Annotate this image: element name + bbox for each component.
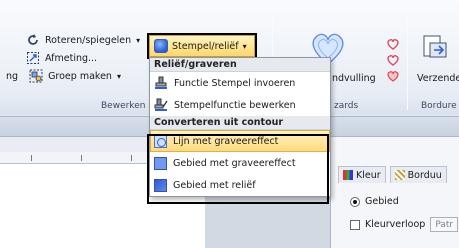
section-header-convert: Converteren uit contour [150,116,330,130]
callout-frame-convert [147,134,329,204]
panel-tabs: Kleur Borduu [338,166,447,183]
section-header-relief: Reliëf/graveren [150,58,330,72]
send-icon[interactable] [421,33,451,63]
group-title-wizards: zards [334,101,359,111]
heart-small-icons[interactable] [385,37,401,93]
checkbox-gradient[interactable]: Kleurverloop Patr [350,217,459,232]
radio-button[interactable] [350,196,360,207]
group-title-bewerken: Bewerken [101,101,146,111]
send-label: Verzende [417,72,459,84]
tab-embroidery-label: Borduu [407,169,442,181]
color-icon [343,170,353,180]
rotate-mirror-label: Roteren/spiegelen [45,34,132,46]
size-button[interactable]: Afmeting... [26,50,97,66]
radio-area[interactable]: Gebied [350,196,399,207]
group-icon [29,69,43,83]
menu-item-stamp-edit[interactable]: Stempelfunctie bewerken [150,94,330,116]
chevron-down-icon: ▾ [116,71,121,81]
embroidery-icon [394,170,405,180]
partial-label: ng [6,70,19,82]
chevron-down-icon: ▾ [136,35,141,45]
ribbon-separator [407,18,408,110]
wizard-fill-label: ndvulling [332,72,376,84]
radio-area-label: Gebied [365,196,399,207]
group-button[interactable]: ng Groep maken ▾ [6,68,121,84]
tab-embroidery[interactable]: Borduu [389,166,447,183]
menu-item-stamp-insert[interactable]: Functie Stempel invoeren [150,72,330,94]
checkbox[interactable] [350,219,360,230]
tab-color[interactable]: Kleur [338,166,386,183]
callout-frame-stamp [147,33,257,59]
group-label: Groep maken [48,70,112,82]
stamp-insert-icon [155,76,167,89]
rotate-icon [28,34,38,45]
tab-color-label: Kleur [356,169,381,181]
group-title-embroidery: Bordure [421,101,457,111]
menu-item-label: Stempelfunctie bewerken [174,99,296,111]
checkbox-gradient-label: Kleurverloop [365,219,426,230]
size-label: Afmeting... [45,52,98,64]
rotate-mirror-button[interactable]: Roteren/spiegelen ▾ [26,32,140,48]
stamp-edit-icon [154,98,168,111]
resize-icon [27,52,39,64]
menu-item-label: Functie Stempel invoeren [174,77,296,89]
pattern-button[interactable]: Patr [430,217,459,232]
